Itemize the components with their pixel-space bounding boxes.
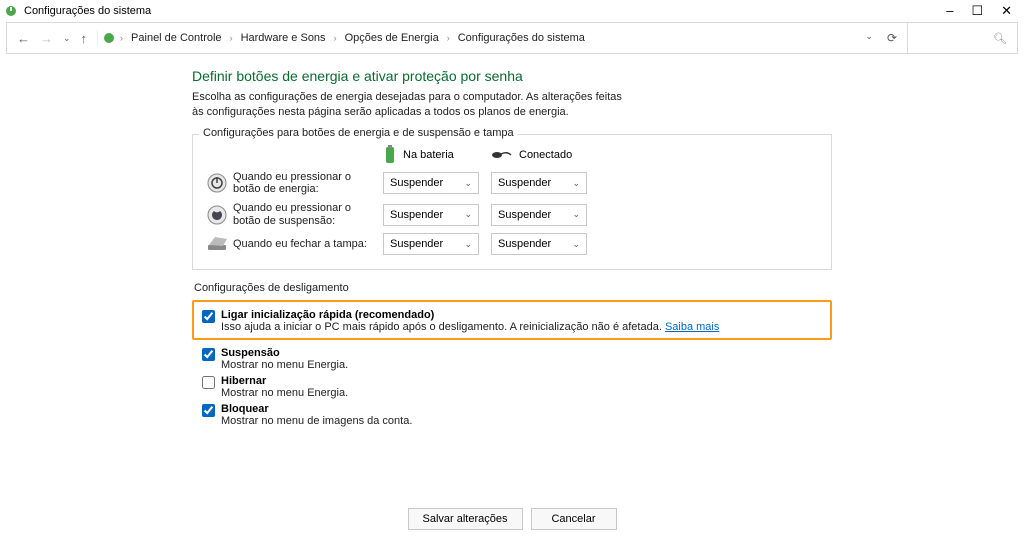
nav-arrows: ← → ⌄ ↑	[7, 31, 97, 46]
chevron-right-icon: ›	[334, 33, 337, 43]
navbar: ← → ⌄ ↑ › Painel de Controle › Hardware …	[6, 22, 1018, 54]
fast-startup-title: Ligar inicialização rápida (recomendado)	[221, 309, 719, 321]
search-icon: 🔍︎	[993, 32, 1007, 45]
sleep-battery-select[interactable]: Suspender⌄	[383, 204, 479, 226]
row-power-button: Quando eu pressionar o botão de energia:…	[201, 171, 823, 196]
recent-dropdown[interactable]: ⌄	[63, 33, 71, 44]
breadcrumb-item[interactable]: Painel de Controle	[127, 30, 226, 46]
column-plugged: Conectado	[491, 145, 587, 165]
power-battery-select[interactable]: Suspender⌄	[383, 172, 479, 194]
search-box[interactable]: 🔍︎	[907, 23, 1017, 53]
address-icon	[102, 31, 116, 45]
lock-row: Bloquear Mostrar no menu de imagens da c…	[192, 400, 832, 428]
refresh-icon[interactable]: ⟳	[887, 31, 897, 45]
chevron-down-icon: ⌄	[572, 178, 580, 189]
footer-buttons: Salvar alterações Cancelar	[0, 508, 1024, 530]
dropdown-icon[interactable]: ⌄	[865, 31, 873, 45]
up-button[interactable]: ↑	[81, 31, 88, 46]
titlebar: Configurações do sistema – ☐ ✕	[0, 0, 1024, 22]
back-button[interactable]: ←	[17, 31, 30, 46]
shutdown-heading: Configurações de desligamento	[194, 282, 832, 294]
column-battery: Na bateria	[383, 145, 479, 165]
page-intro: Escolha as configurações de energia dese…	[192, 90, 632, 120]
row-sleep-label: Quando eu pressionar o botão de suspensã…	[233, 202, 383, 227]
column-battery-label: Na bateria	[403, 149, 454, 161]
row-lid-label: Quando eu fechar a tampa:	[233, 238, 383, 251]
sleep-icon	[201, 204, 233, 226]
breadcrumb-item[interactable]: Hardware e Sons	[237, 30, 330, 46]
chevron-down-icon: ⌄	[464, 209, 472, 220]
row-power-label: Quando eu pressionar o botão de energia:	[233, 171, 383, 196]
window-controls: – ☐ ✕	[946, 3, 1012, 19]
fast-startup-row: Ligar inicialização rápida (recomendado)…	[202, 306, 824, 334]
close-button[interactable]: ✕	[1001, 3, 1012, 19]
lock-title: Bloquear	[221, 403, 412, 415]
fast-startup-highlight: Ligar inicialização rápida (recomendado)…	[192, 300, 832, 340]
breadcrumb-item[interactable]: Configurações do sistema	[454, 30, 589, 46]
power-icon	[201, 172, 233, 194]
columns-header: Na bateria Conectado	[201, 145, 823, 165]
row-sleep-button: Quando eu pressionar o botão de suspensã…	[201, 202, 823, 227]
forward-button[interactable]: →	[40, 31, 53, 46]
save-button[interactable]: Salvar alterações	[408, 508, 523, 530]
section-legend: Configurações para botões de energia e d…	[199, 127, 518, 139]
power-plugged-select[interactable]: Suspender⌄	[491, 172, 587, 194]
suspend-title: Suspensão	[221, 347, 348, 359]
suspend-desc: Mostrar no menu Energia.	[221, 359, 348, 371]
chevron-right-icon: ›	[120, 33, 123, 43]
suspend-row: Suspensão Mostrar no menu Energia.	[192, 344, 832, 372]
battery-icon	[383, 145, 397, 165]
hibernate-desc: Mostrar no menu Energia.	[221, 387, 348, 399]
lock-desc: Mostrar no menu de imagens da conta.	[221, 415, 412, 427]
window-title: Configurações do sistema	[24, 5, 946, 17]
lid-icon	[201, 235, 233, 253]
lid-battery-select[interactable]: Suspender⌄	[383, 233, 479, 255]
cancel-button[interactable]: Cancelar	[531, 508, 617, 530]
address-actions: ⌄ ⟳	[855, 31, 907, 45]
chevron-down-icon: ⌄	[464, 239, 472, 250]
suspend-checkbox[interactable]	[202, 348, 215, 361]
hibernate-title: Hibernar	[221, 375, 348, 387]
fast-startup-checkbox[interactable]	[202, 310, 215, 323]
chevron-down-icon: ⌄	[572, 239, 580, 250]
buttons-section: Configurações para botões de energia e d…	[192, 134, 832, 271]
hibernate-row: Hibernar Mostrar no menu Energia.	[192, 372, 832, 400]
address-bar[interactable]: › Painel de Controle › Hardware e Sons ›…	[97, 30, 855, 46]
plug-icon	[491, 149, 513, 161]
chevron-down-icon: ⌄	[464, 178, 472, 189]
column-plugged-label: Conectado	[519, 149, 572, 161]
chevron-down-icon: ⌄	[572, 209, 580, 220]
fast-startup-desc: Isso ajuda a iniciar o PC mais rápido ap…	[221, 321, 719, 333]
maximize-button[interactable]: ☐	[971, 3, 983, 19]
minimize-button[interactable]: –	[946, 3, 953, 19]
hibernate-checkbox[interactable]	[202, 376, 215, 389]
lid-plugged-select[interactable]: Suspender⌄	[491, 233, 587, 255]
chevron-right-icon: ›	[447, 33, 450, 43]
learn-more-link[interactable]: Saiba mais	[665, 321, 719, 333]
lock-checkbox[interactable]	[202, 404, 215, 417]
breadcrumb-item[interactable]: Opções de Energia	[341, 30, 443, 46]
app-icon	[4, 4, 18, 18]
page-heading: Definir botões de energia e ativar prote…	[192, 68, 832, 84]
row-lid: Quando eu fechar a tampa: Suspender⌄ Sus…	[201, 233, 823, 255]
chevron-right-icon: ›	[230, 33, 233, 43]
sleep-plugged-select[interactable]: Suspender⌄	[491, 204, 587, 226]
content: Definir botões de energia e ativar prote…	[192, 58, 832, 428]
